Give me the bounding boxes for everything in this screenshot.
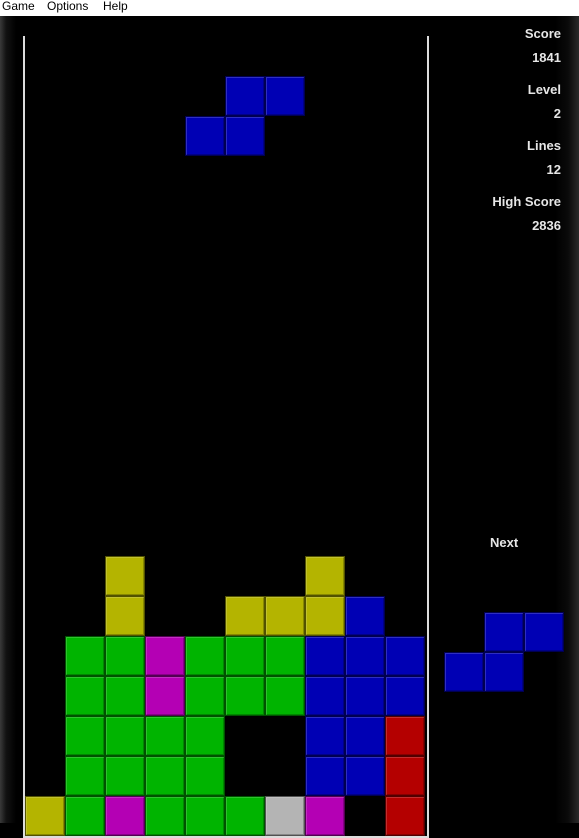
settled-block xyxy=(225,596,265,636)
settled-block xyxy=(345,636,385,676)
settled-block xyxy=(65,636,105,676)
settled-block xyxy=(305,796,345,836)
settled-block xyxy=(305,556,345,596)
next-label: Next xyxy=(490,535,519,550)
settled-block xyxy=(105,636,145,676)
settled-block xyxy=(145,756,185,796)
settled-block xyxy=(185,756,225,796)
settled-block xyxy=(105,556,145,596)
settled-block xyxy=(305,716,345,756)
settled-block xyxy=(265,596,305,636)
settled-block xyxy=(185,716,225,756)
settled-block xyxy=(65,676,105,716)
level-value: 2 xyxy=(553,106,561,121)
falling-piece-block xyxy=(225,116,265,156)
game-area: Score 1841 Level 2 Lines 12 High Score 2… xyxy=(0,16,579,838)
settled-block xyxy=(105,756,145,796)
settled-block xyxy=(385,676,425,716)
next-piece-block xyxy=(484,652,524,692)
settled-block xyxy=(345,756,385,796)
settled-block xyxy=(345,596,385,636)
settled-block xyxy=(305,636,345,676)
high-score-value: 2836 xyxy=(532,218,561,233)
settled-block xyxy=(225,796,265,836)
settled-block xyxy=(385,716,425,756)
menu-game[interactable]: Game xyxy=(1,0,36,13)
lines-value: 12 xyxy=(546,162,561,177)
settled-block xyxy=(345,676,385,716)
settled-block xyxy=(305,596,345,636)
high-score-label: High Score xyxy=(492,194,561,209)
settled-block xyxy=(145,796,185,836)
settled-block xyxy=(145,676,185,716)
next-piece-block xyxy=(444,652,484,692)
settled-block xyxy=(305,756,345,796)
falling-piece-block xyxy=(265,76,305,116)
settled-block xyxy=(225,636,265,676)
settled-block xyxy=(265,796,305,836)
settled-block xyxy=(65,716,105,756)
next-piece-preview xyxy=(444,612,564,692)
settled-block xyxy=(265,636,305,676)
settled-block xyxy=(145,716,185,756)
settled-block xyxy=(305,676,345,716)
score-label: Score xyxy=(524,26,561,41)
score-value: 1841 xyxy=(532,50,561,65)
settled-block xyxy=(105,796,145,836)
settled-block xyxy=(65,756,105,796)
menu-help[interactable]: Help xyxy=(102,0,129,13)
settled-block xyxy=(265,676,305,716)
settled-block xyxy=(185,636,225,676)
settled-block xyxy=(385,756,425,796)
level-label: Level xyxy=(527,82,561,97)
settled-block xyxy=(185,796,225,836)
settled-block xyxy=(345,716,385,756)
falling-piece-block xyxy=(225,76,265,116)
playfield[interactable] xyxy=(23,36,429,838)
settled-block xyxy=(385,796,425,836)
next-piece-block xyxy=(484,612,524,652)
settled-block xyxy=(185,676,225,716)
falling-piece-block xyxy=(185,116,225,156)
menu-bar: Game Options Help xyxy=(0,0,579,16)
settled-block xyxy=(225,676,265,716)
menu-options[interactable]: Options xyxy=(46,0,89,13)
next-piece-block xyxy=(524,612,564,652)
settled-block xyxy=(105,716,145,756)
settled-block xyxy=(145,636,185,676)
settled-block xyxy=(385,636,425,676)
settled-block xyxy=(105,596,145,636)
settled-block xyxy=(105,676,145,716)
settled-block xyxy=(65,796,105,836)
settled-block xyxy=(25,796,65,836)
lines-label: Lines xyxy=(527,138,561,153)
